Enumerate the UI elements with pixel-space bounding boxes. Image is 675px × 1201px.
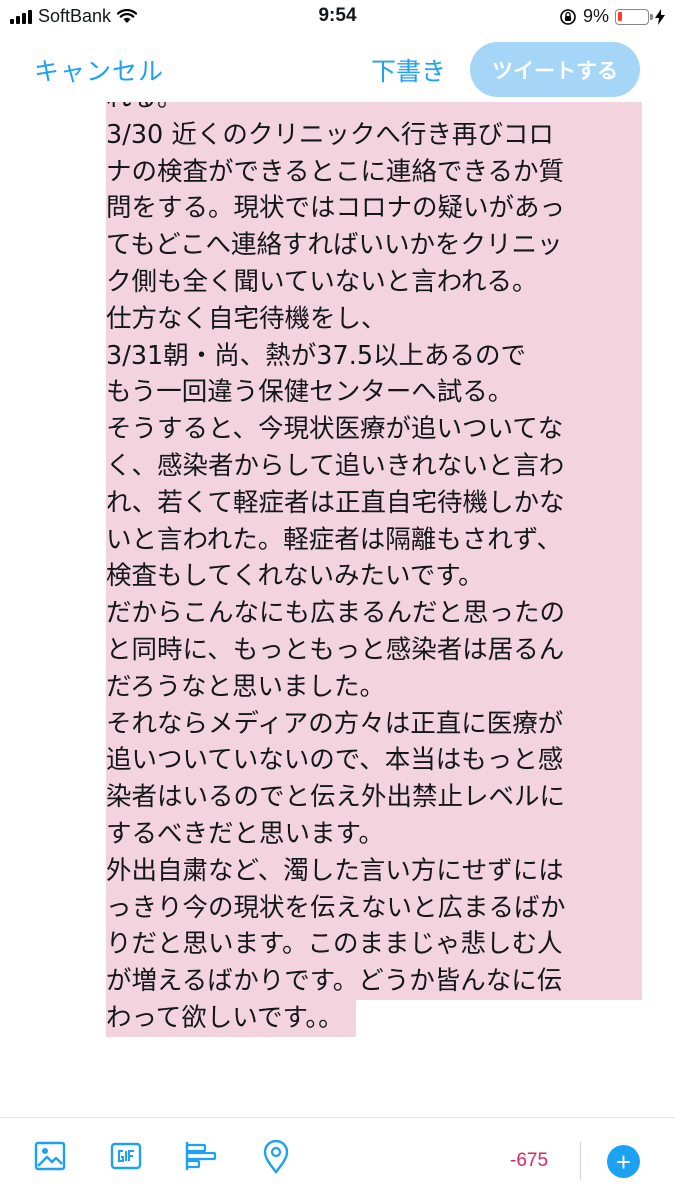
tweet-text-line: そうすると、今現状医療が追いついてな [106, 411, 642, 448]
tweet-text-line: 検査もしてくれないみたいです。 [106, 558, 642, 596]
status-right: 9% [559, 6, 665, 27]
tweet-text-line: れ、若くて軽症者は正直自宅待機しかな [106, 484, 642, 522]
tweet-text-line: が増えるばかりです。どうか皆んなに伝 [106, 963, 642, 1000]
tweet-text-line: だからこんなにも広まるんだと思ったの [106, 595, 642, 632]
location-icon[interactable] [262, 1140, 290, 1174]
tweet-text-line: いと言われた。軽症者は隔離もされず、 [106, 521, 642, 559]
gif-icon[interactable] [110, 1140, 142, 1172]
tweet-text-line: 3/30 近くのクリニックへ行き再びコロ [106, 116, 642, 154]
tweet-text-line: てもどこへ連絡すればいいかをクリニッ [106, 227, 642, 264]
tweet-text-line: それならメディアの方々は正直に医療が [106, 705, 642, 743]
tweet-text-line: 外出自粛など、濁した言い方にせずには [106, 852, 642, 890]
tweet-text-line: 仕方なく自宅待機をし、 [106, 300, 642, 338]
tweet-text-line: ナの検査ができるとこに連絡できるか質 [106, 153, 642, 191]
orientation-lock-icon [560, 8, 576, 25]
poll-icon[interactable] [184, 1140, 218, 1172]
tweet-text-line: わって欲しいです。。 [106, 999, 356, 1037]
tweet-text-line: 3/31朝・尚、熱が37.5以上あるので [106, 337, 642, 375]
compose-toolbar: -675 + [0, 1117, 675, 1201]
add-thread-button[interactable]: + [607, 1145, 640, 1178]
cancel-button[interactable]: キャンセル [34, 52, 164, 88]
tweet-text-line: く、感染者からして追いきれないと言わ [106, 447, 642, 485]
tweet-text-line: もう一回違う保健センターへ試る。 [106, 374, 642, 412]
tweet-text-line: っきり今の現状を伝えないと広まるばか [106, 889, 642, 927]
tweet-text-line: と同時に、もっともっと感染者は居るん [106, 631, 642, 669]
compose-nav-bar: キャンセル 下書き ツイートする [0, 36, 675, 102]
tweet-button[interactable]: ツイートする [470, 42, 640, 97]
toolbar-divider [580, 1142, 581, 1180]
tweet-text-line: 染者はいるのでと伝え外出禁止レベルに [106, 779, 642, 816]
tweet-text-line: ク側も全く聞いていないと言われる。 [106, 263, 642, 301]
battery-icon [615, 8, 653, 25]
tweet-text-line: りだと思います。このままじゃ悲しむ人 [106, 926, 642, 964]
compose-text-area[interactable]: れる。 3/30 近くのクリニックへ行き再びコロ ナの検査ができるとこに連絡でき… [0, 102, 675, 1117]
character-counter: -675 [510, 1150, 549, 1171]
tweet-text-line: 追いついていないので、本当はもっと感 [106, 742, 642, 780]
drafts-button[interactable]: 下書き [371, 52, 446, 88]
tweet-text-body[interactable]: れる。 3/30 近くのクリニックへ行き再びコロ ナの検査ができるとこに連絡でき… [106, 102, 642, 1048]
charging-bolt-icon [655, 8, 665, 25]
tweet-text-line: 問をする。現状ではコロナの疑いがあっ [106, 190, 642, 228]
status-bar: SoftBank 9:54 9% [0, 0, 675, 36]
tweet-text-line: だろうなと思いました。 [106, 668, 642, 706]
battery-percent: 9% [582, 6, 609, 26]
tweet-text-line: れる。 [106, 102, 642, 117]
tweet-text-line: するべきだと思います。 [106, 815, 642, 853]
image-icon[interactable] [34, 1140, 66, 1172]
